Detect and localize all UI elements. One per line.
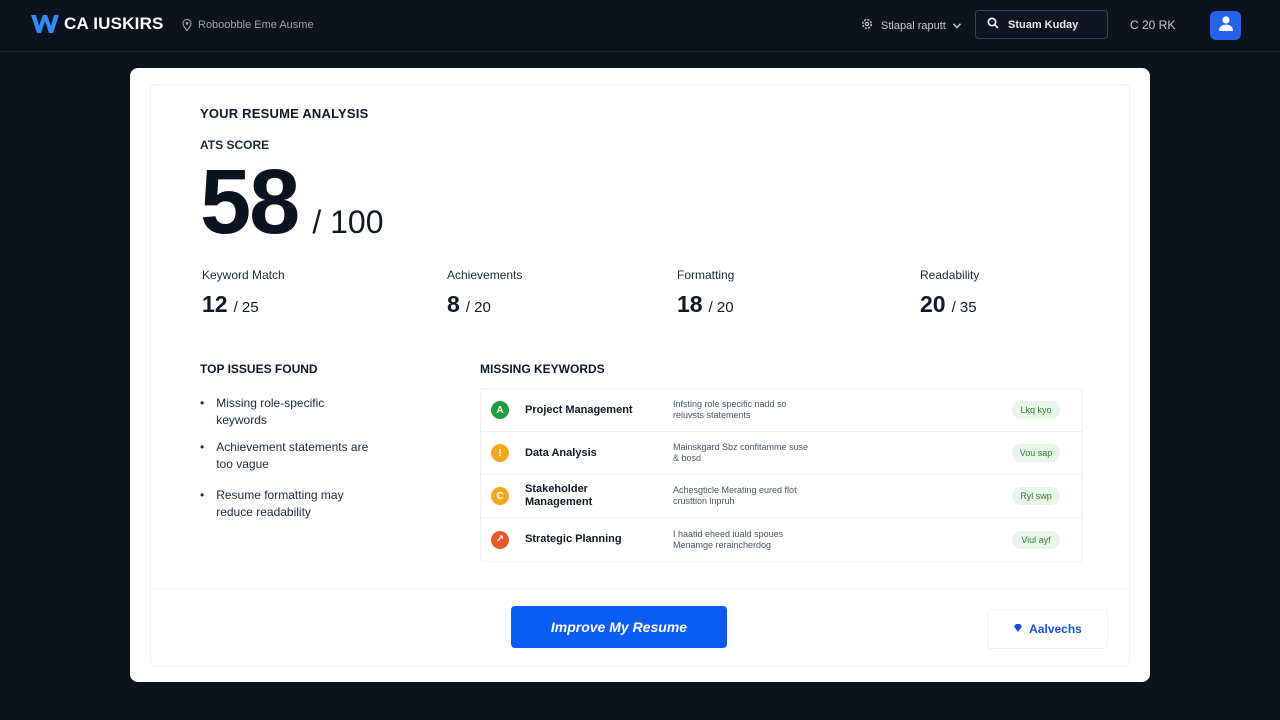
keywords-title: MISSING KEYWORDS [480,362,605,376]
metric-keyword-match: Keyword Match 12 / 25 [202,268,285,318]
metric-achievements: Achievements 8 / 20 [447,268,522,318]
issue-item: • Resume formatting may reduce readabili… [200,487,370,521]
workspace-label: Stlapal raputt [881,19,946,32]
search-box[interactable] [975,10,1108,39]
keyword-row[interactable]: C Stakeholder Management Achesgticle Mer… [481,475,1082,518]
keyword-name: Project Management [525,403,633,416]
metric-max: / 20 [465,299,491,316]
keyword-tag[interactable]: Lkq kyo [1012,401,1060,419]
metric-score: 12 [202,291,228,317]
metric-value: 12 / 25 [202,291,285,318]
metric-max: / 20 [708,299,734,316]
top-bar: CA IUSKIRS Roboobble Eme Ausme Stlapal r… [0,0,1280,52]
keyword-name: Data Analysis [525,446,597,459]
credits-counter[interactable]: C 20 RK [1130,18,1175,32]
metric-label: Keyword Match [202,268,285,282]
workspace-dropdown[interactable]: Stlapal raputt [860,17,961,34]
metric-label: Formatting [677,268,735,282]
diamond-icon [1013,622,1023,636]
metric-value: 18 / 20 [677,291,734,318]
user-icon [1217,14,1235,37]
metric-label: Achievements [447,268,523,282]
issue-text: Missing role-specific keywords [216,396,325,427]
bullet-icon: • [200,440,205,454]
ats-score-value: 58 [200,151,300,253]
logo-w-icon [30,12,60,36]
keyword-status-icon: ! [491,444,509,462]
page-title: YOUR RESUME ANALYSIS [200,106,369,121]
keyword-row[interactable]: ↗ Strategic Planning I haatid eheed iual… [481,518,1082,561]
metric-value: 20 / 35 [920,291,979,318]
search-input[interactable] [1008,18,1098,31]
keyword-description: I haatid eheed iuald spoues Menamge rera… [673,528,784,550]
logo[interactable]: CA IUSKIRS [30,12,164,36]
keyword-tag[interactable]: Vou sap [1012,444,1060,462]
keyword-status-icon: A [491,401,509,419]
user-avatar-button[interactable] [1210,11,1241,40]
improve-resume-button[interactable]: Improve My Resume [511,606,727,648]
chevron-down-icon [952,20,961,32]
keyword-status-icon: C [491,487,509,505]
gear-icon [860,17,874,34]
keyword-description: Achesgticle Merating eured flot crusttio… [673,485,797,506]
metric-value: 8 / 20 [447,291,522,318]
keyword-tag[interactable]: Ryl swp [1012,487,1060,505]
issue-text: Achievement statements are too vague [216,440,369,471]
issue-item: • Achievement statements are too vague [200,439,370,473]
keyword-description: Infsting role specific nadd so reluvsts … [673,399,787,420]
bullet-icon: • [200,488,205,502]
bullet-icon: • [200,396,205,410]
footer-divider [150,588,1130,589]
keyword-name: Strategic Planning [525,533,622,545]
issue-text: Resume formatting may reduce readability [216,488,344,519]
location-text: Roboobble Eme Ausme [198,19,314,31]
issue-item: • Missing role-specific keywords [200,395,370,429]
metric-score: 20 [920,291,946,317]
keyword-name: Stakeholder Management [525,483,593,508]
location-pin-icon [182,19,192,31]
metric-label: Readability [920,268,980,282]
metric-score: 18 [677,291,703,317]
secondary-action-button[interactable]: Aalvechs [987,609,1108,649]
keywords-table: A Project Management Infsting role speci… [480,388,1083,562]
secondary-action-label: Aalvechs [1029,622,1082,636]
metric-max: / 25 [233,299,259,316]
metric-formatting: Formatting 18 / 20 [677,268,734,318]
issues-title: TOP ISSUES FOUND [200,362,318,376]
keyword-tag[interactable]: Viul ayf [1012,530,1060,549]
ats-score-label: ATS SCORE [200,138,270,152]
keyword-description: Mainskgard Sbz confitamme suse & bosd [673,442,809,463]
ats-score-max: / 100 [312,204,384,240]
keyword-status-icon: ↗ [491,530,509,549]
metric-max: / 35 [951,299,977,316]
metric-score: 8 [447,291,460,317]
metric-readability: Readability 20 / 35 [920,268,979,318]
location-selector[interactable]: Roboobble Eme Ausme [182,19,314,31]
ats-score: 58 / 100 [200,156,384,248]
logo-text: CA IUSKIRS [64,14,164,33]
search-icon [987,16,999,34]
keyword-row[interactable]: ! Data Analysis Mainskgard Sbz confitamm… [481,432,1082,475]
resume-analysis-card: YOUR RESUME ANALYSIS ATS SCORE 58 / 100 … [130,68,1150,682]
keyword-row[interactable]: A Project Management Infsting role speci… [481,389,1082,432]
